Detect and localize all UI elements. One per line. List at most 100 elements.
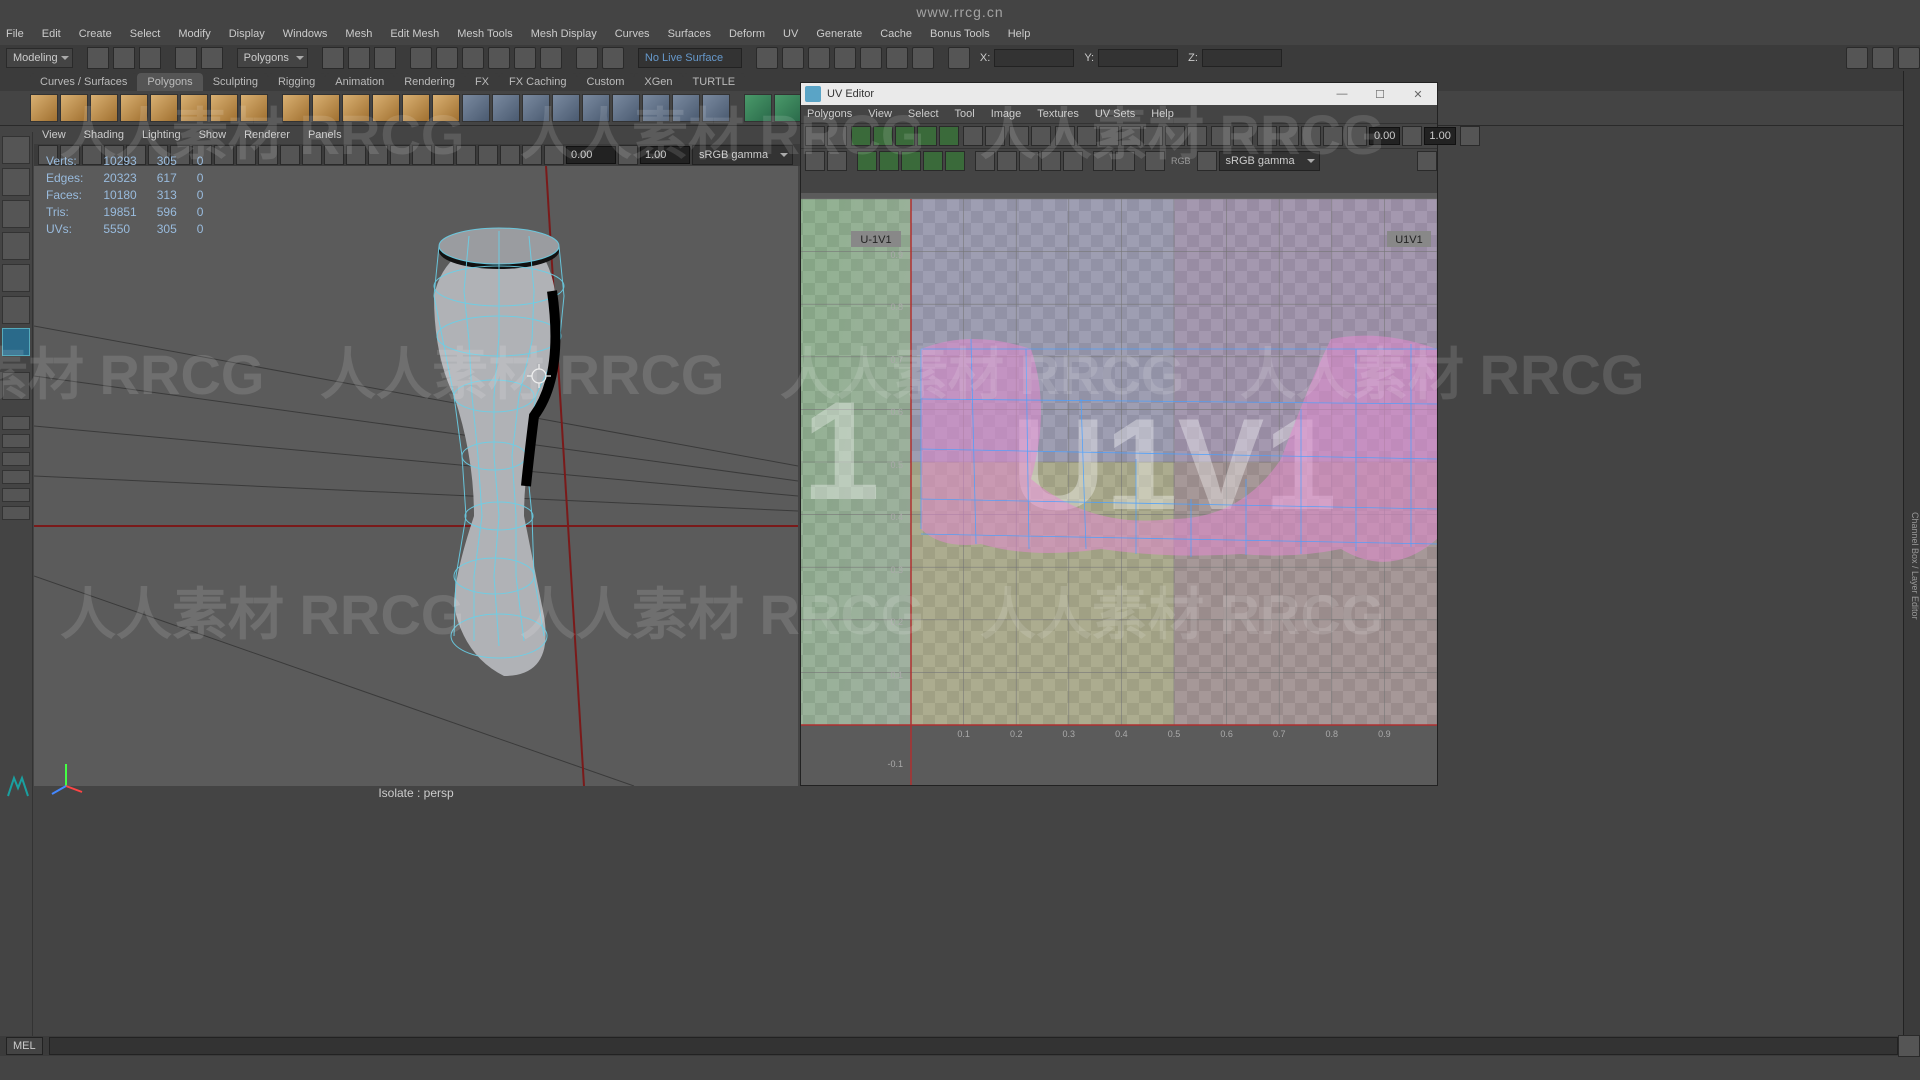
poly-cube-icon[interactable] [60,94,88,122]
panel-view[interactable]: View [42,126,66,144]
wireframe-icon[interactable] [782,47,804,69]
panel-panels[interactable]: Panels [308,126,342,144]
snap-plane-icon[interactable] [488,47,510,69]
shelf-tab-fxcaching[interactable]: FX Caching [499,73,576,91]
symmetry-icon[interactable] [948,47,970,69]
uv-editor-titlebar[interactable]: UV Editor — ☐ ✕ [801,83,1437,105]
uv-dim-icon[interactable] [1323,126,1343,146]
target-weld-icon[interactable] [642,94,670,122]
svg-icon[interactable] [432,94,460,122]
snap-point-icon[interactable] [462,47,484,69]
uv-view-transform-selector[interactable]: sRGB gamma [1219,151,1320,171]
poly-cone-icon[interactable] [120,94,148,122]
move-tool-icon[interactable] [2,232,30,260]
view-transform-selector[interactable]: sRGB gamma [692,145,793,165]
uv-exposure-field[interactable]: 0.00 [1369,127,1400,145]
poly-cylinder-icon[interactable] [90,94,118,122]
uv-gamma-field[interactable]: 1.00 [1424,127,1455,145]
uv-gamma-icon[interactable] [1402,126,1422,146]
uv-gather-icon[interactable] [923,151,943,171]
light-icon[interactable] [860,47,882,69]
x-field[interactable] [994,49,1074,67]
shelf-tab-sculpting[interactable]: Sculpting [203,73,268,91]
bevel-icon[interactable] [552,94,580,122]
select-by-object-icon[interactable] [348,47,370,69]
poly-soccer-icon[interactable] [342,94,370,122]
uv-nudge-r-icon[interactable] [997,151,1017,171]
shadows-icon[interactable] [346,145,366,165]
shelf-tab-polygons[interactable]: Polygons [137,73,202,91]
paint-select-tool-icon[interactable] [2,200,30,228]
uv-stack-icon[interactable] [1099,126,1119,146]
uv-shell-icon[interactable] [1115,151,1135,171]
uv-menu-uv-sets[interactable]: UV Sets [1095,105,1135,123]
shelf-tab-turtle[interactable]: TURTLE [683,73,746,91]
persp-viewport[interactable] [34,166,798,786]
shelf-tab-custom[interactable]: Custom [577,73,635,91]
uv-distribute-icon[interactable] [1143,126,1163,146]
uv-sew-icon[interactable] [939,126,959,146]
select-tool-icon[interactable] [2,136,30,164]
uv-frame-all-icon[interactable] [1233,126,1253,146]
shelf-tab-animation[interactable]: Animation [325,73,394,91]
rotate-tool-icon[interactable] [2,264,30,292]
uv-align-u-icon[interactable] [1009,126,1029,146]
menu-bonus-tools[interactable]: Bonus Tools [930,25,990,43]
layout-two-v-icon[interactable] [2,470,30,484]
uv-win-close-button[interactable]: ✕ [1399,83,1437,105]
script-editor-icon[interactable] [1898,1035,1920,1057]
poly-prism-icon[interactable] [210,94,238,122]
uv-menu-view[interactable]: View [868,105,892,123]
anti-alias-icon[interactable] [500,145,520,165]
panel-shading[interactable]: Shading [84,126,124,144]
layout-four-icon[interactable] [2,434,30,448]
command-input[interactable] [49,1037,1898,1055]
uv-shade-icon[interactable] [1257,126,1277,146]
uv-settings-icon[interactable] [1460,126,1480,146]
snap-view-icon[interactable] [514,47,536,69]
smooth-icon[interactable] [702,94,730,122]
shelf-tab-rendering[interactable]: Rendering [394,73,465,91]
uv-rotate-ccw-icon[interactable] [963,126,983,146]
platonic-icon[interactable] [372,94,400,122]
menu-uv[interactable]: UV [783,25,798,43]
uv-cut-icon[interactable] [917,126,937,146]
y-field[interactable] [1098,49,1178,67]
uv-menu-tool[interactable]: Tool [955,105,975,123]
uv-canvas[interactable]: 1 U1V1 U-1V1 U1V1 0.1 [801,193,1437,785]
exposure-field[interactable]: 0.00 [566,146,616,164]
uv-exposure-icon[interactable] [1347,126,1367,146]
menu-edit[interactable]: Edit [42,25,61,43]
gate-mask-icon[interactable] [236,145,256,165]
shelf-tab-rigging[interactable]: Rigging [268,73,325,91]
uv-nudge-d-icon[interactable] [1041,151,1061,171]
menu-windows[interactable]: Windows [283,25,328,43]
bridge-icon[interactable] [582,94,610,122]
uv-channel-toggle-icon[interactable] [1145,151,1165,171]
menu-mesh[interactable]: Mesh [345,25,372,43]
uv-optimize-icon[interactable] [873,126,893,146]
new-scene-icon[interactable] [87,47,109,69]
z-field[interactable] [1202,49,1282,67]
layout-two-h-icon[interactable] [2,452,30,466]
uv-align-v-icon[interactable] [1031,126,1051,146]
use-lights-icon[interactable] [324,145,344,165]
exposure-icon[interactable] [544,145,564,165]
uv-normalize-icon[interactable] [1165,126,1185,146]
uv-orient-icon[interactable] [945,151,965,171]
menu-curves[interactable]: Curves [615,25,650,43]
shadow-icon[interactable] [886,47,908,69]
panel-lighting[interactable]: Lighting [142,126,181,144]
poly-type-icon[interactable] [402,94,430,122]
menu-modify[interactable]: Modify [178,25,210,43]
menu-mesh-tools[interactable]: Mesh Tools [457,25,512,43]
sidebar-toggle-3-icon[interactable] [1898,47,1920,69]
shaded-icon[interactable] [808,47,830,69]
smooth-shade-icon[interactable] [302,145,322,165]
lasso-tool-icon[interactable] [2,168,30,196]
layout-hypershade-icon[interactable] [2,506,30,520]
xray-icon[interactable] [756,47,778,69]
uv-menu-polygons[interactable]: Polygons [807,105,852,123]
uv-unitize-icon[interactable] [1187,126,1207,146]
live-surface-field[interactable]: No Live Surface [638,48,742,68]
